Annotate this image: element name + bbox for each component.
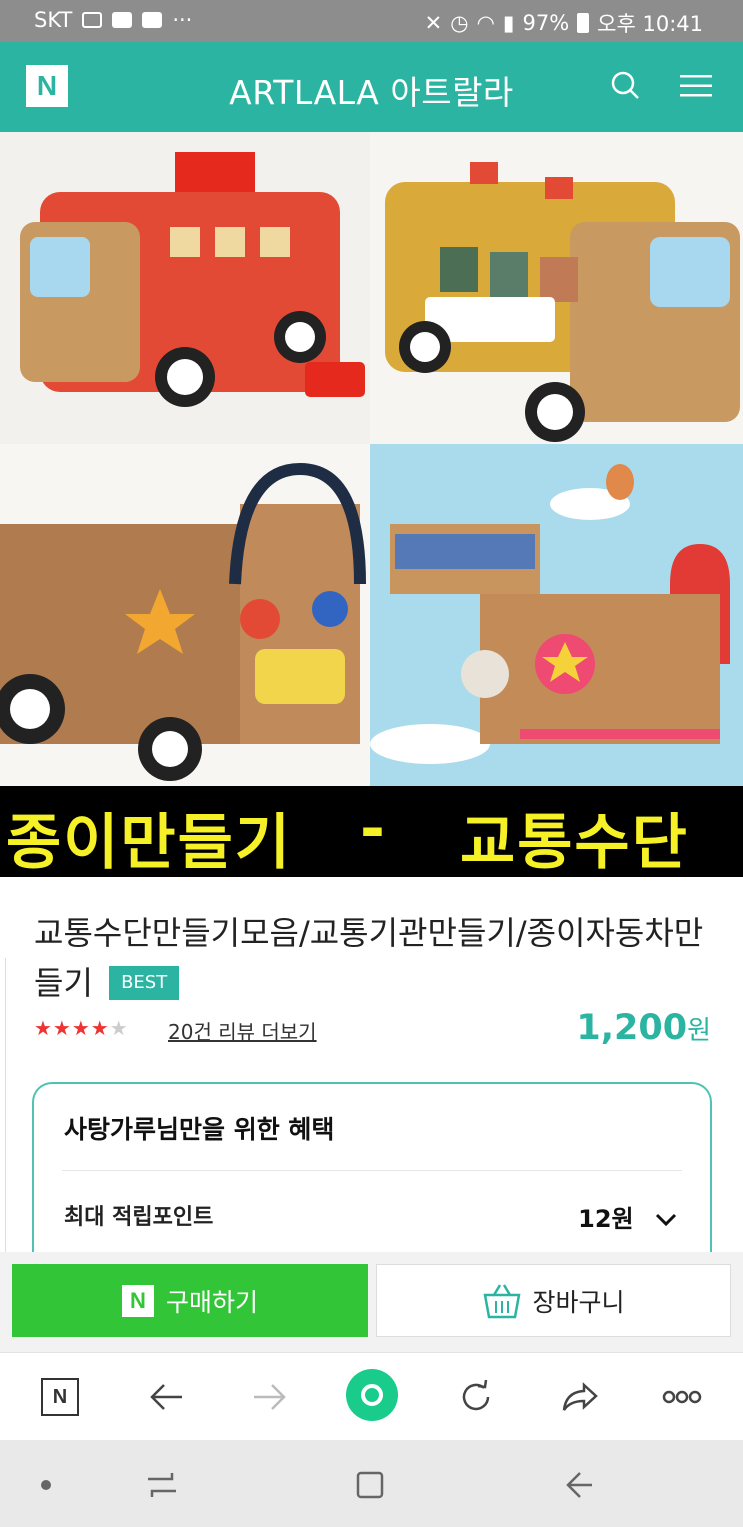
menu-icon[interactable] xyxy=(680,74,712,98)
title-banner: 종이만들기 - 교통수단 xyxy=(0,786,743,878)
naver-icon[interactable]: N xyxy=(38,1375,82,1419)
divider xyxy=(62,1170,682,1171)
app-header: N ARTLALA 아트랄라 xyxy=(0,42,743,132)
search-icon[interactable] xyxy=(610,70,640,100)
banner-dash: - xyxy=(360,794,387,864)
recent-apps-icon[interactable] xyxy=(142,1465,182,1505)
forward-icon[interactable] xyxy=(248,1375,292,1419)
price: 1,200원 xyxy=(576,1008,711,1048)
naver-icon-glyph: N xyxy=(41,1378,79,1416)
buy-button-label: 구매하기 xyxy=(165,1287,258,1317)
cart-button-label: 장바구니 xyxy=(532,1287,625,1317)
chevron-down-icon xyxy=(655,1213,677,1227)
carrier-label: SKT xyxy=(34,8,73,32)
buy-button[interactable]: N 구매하기 xyxy=(12,1264,368,1337)
clock: 오후 10:41 xyxy=(597,12,703,36)
benefit-title: 사탕가루님만을 위한 혜택 xyxy=(64,1115,335,1144)
cardboard-plane-photo xyxy=(370,444,743,786)
best-badge: BEST xyxy=(109,966,180,1000)
banner-text-right: 교통수단 xyxy=(460,808,689,878)
share-icon[interactable] xyxy=(558,1375,602,1419)
cart-button[interactable]: 장바구니 xyxy=(376,1264,731,1337)
more-notifications: ··· xyxy=(172,8,193,32)
side-panel-edge[interactable] xyxy=(0,958,6,1268)
home-icon[interactable] xyxy=(346,1369,398,1421)
naver-pay-icon: N xyxy=(121,1284,154,1317)
stars-filled: ★★★★ xyxy=(34,1016,110,1040)
battery-icon xyxy=(577,13,590,33)
wifi-icon: ◠ xyxy=(476,11,495,35)
purchase-bar: N 구매하기 장바구니 xyxy=(0,1252,743,1352)
back-arrow-icon[interactable] xyxy=(558,1465,598,1505)
stars-empty: ★ xyxy=(109,1016,129,1040)
status-bar: SKT ··· ✕ ◷ ◠ ▮ 97% 오후 10:41 xyxy=(0,0,743,42)
gallery-icon xyxy=(82,12,103,28)
reviews-link[interactable]: 20건 리뷰 더보기 xyxy=(168,1016,317,1045)
basket-icon xyxy=(483,1283,521,1318)
cardboard-car-photo xyxy=(0,444,370,786)
back-icon[interactable] xyxy=(144,1375,188,1419)
yellow-bus-photo xyxy=(370,132,743,444)
android-nav-bar xyxy=(0,1440,743,1527)
product-image[interactable]: 종이만들기 - 교통수단 xyxy=(0,132,743,878)
refresh-icon[interactable] xyxy=(454,1375,498,1419)
note-icon xyxy=(142,12,163,28)
dot-icon[interactable] xyxy=(26,1465,66,1505)
max-points-dropdown[interactable]: 12원 xyxy=(578,1199,678,1234)
red-bus-photo xyxy=(0,132,370,444)
member-benefit-box: 사탕가루님만을 위한 혜택 최대 적립포인트 12원 xyxy=(32,1082,712,1257)
max-points-value: 12원 xyxy=(578,1205,634,1233)
max-points-label: 최대 적립포인트 xyxy=(64,1205,214,1230)
mute-icon: ✕ xyxy=(424,11,443,35)
price-unit: 원 xyxy=(687,1016,711,1046)
alarm-icon: ◷ xyxy=(450,11,469,35)
banner-text-left: 종이만들기 xyxy=(6,808,292,878)
star-rating: ★★★★★ xyxy=(34,1016,129,1040)
signal-icon: ▮ xyxy=(502,11,515,35)
more-icon[interactable] xyxy=(660,1375,704,1419)
browser-toolbar: N xyxy=(0,1352,743,1440)
battery-percent: 97% xyxy=(522,11,570,35)
youtube-icon xyxy=(112,12,133,28)
product-title: 교통수단만들기모음/교통기관만들기/종이자동차만들기 BEST xyxy=(34,908,724,1008)
price-value: 1,200 xyxy=(576,1008,688,1048)
home-square-icon[interactable] xyxy=(350,1465,390,1505)
